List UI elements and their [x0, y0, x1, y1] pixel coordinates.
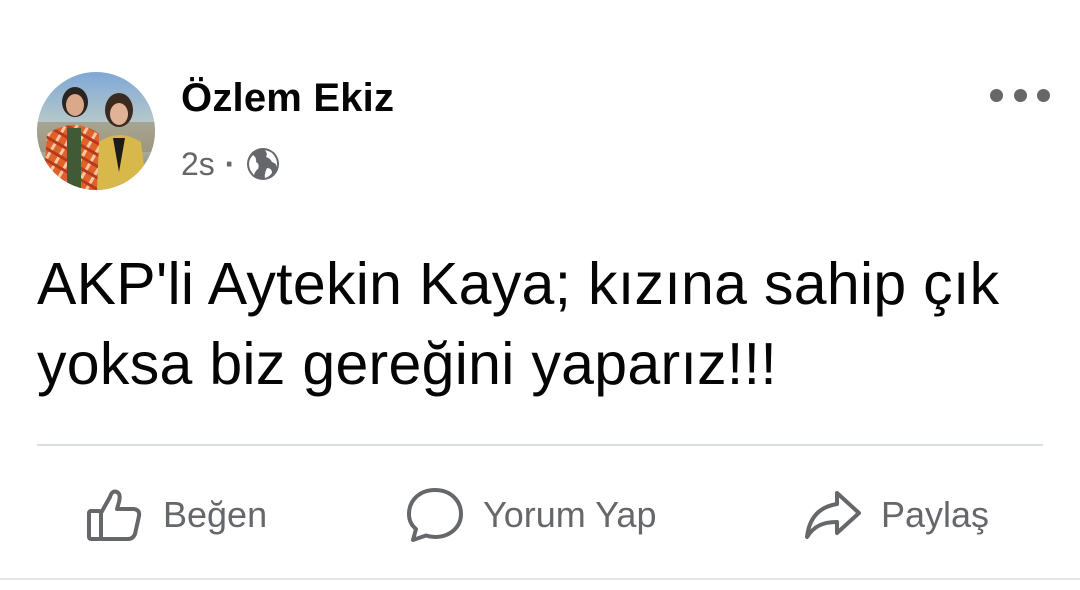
comment-label: Yorum Yap [483, 494, 657, 535]
divider [37, 444, 1043, 446]
post-card: Özlem Ekiz 2s · AKP'li Aytekin Kaya; kız… [0, 0, 1080, 590]
post-text: AKP'li Aytekin Kaya; kızına sahip çık yo… [37, 251, 1000, 397]
comment-button[interactable]: Yorum Yap [405, 470, 656, 560]
more-options-icon [990, 88, 1003, 102]
post-timestamp[interactable]: 2s [181, 146, 215, 183]
like-button[interactable]: Beğen [85, 470, 267, 560]
post-meta: 2s · [181, 144, 281, 184]
more-options-button[interactable] [990, 80, 1050, 110]
avatar[interactable] [37, 72, 155, 190]
like-label: Beğen [163, 494, 268, 535]
thumbs-up-icon [85, 485, 145, 545]
globe-icon[interactable] [245, 146, 281, 182]
author-name[interactable]: Özlem Ekiz [181, 76, 394, 121]
share-label: Paylaş [881, 494, 990, 535]
bottom-divider [0, 578, 1080, 580]
post-actions: Beğen Yorum Yap Paylaş [0, 470, 1080, 560]
comment-bubble-icon [405, 485, 465, 545]
share-button[interactable]: Paylaş [803, 470, 989, 560]
meta-separator: · [224, 145, 236, 182]
share-arrow-icon [803, 485, 863, 545]
